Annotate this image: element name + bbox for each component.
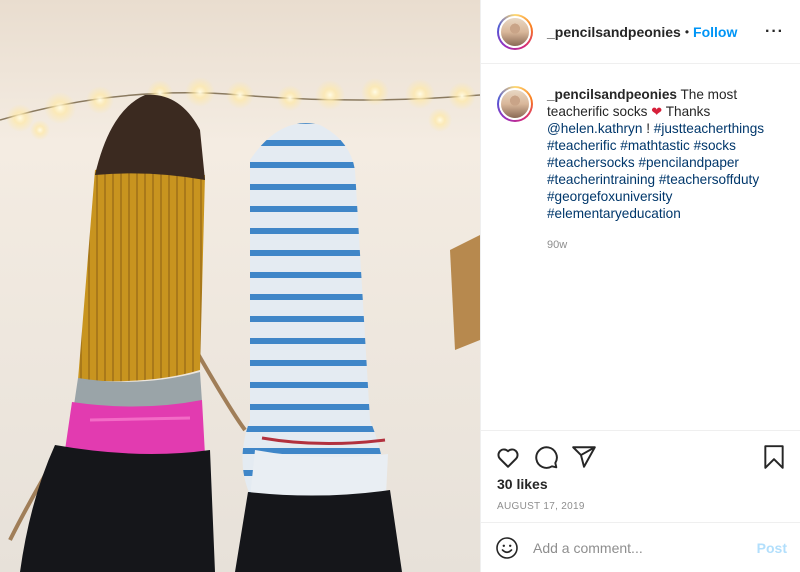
comment-bar: Post [481,522,800,572]
separator-dot: • [684,24,690,39]
hashtag-link[interactable]: #georgefoxuniversity [547,189,672,204]
hashtag-link[interactable]: #justteacherthings [654,121,764,136]
action-bar [481,430,800,482]
follow-button[interactable]: Follow [693,24,737,40]
hashtag-link[interactable]: #elementaryeducation [547,206,681,221]
comment-icon[interactable] [533,444,559,470]
hashtag-link[interactable]: #pencilandpaper [638,155,739,170]
hashtag-link[interactable]: #teacherintraining [547,172,655,187]
socks-photo-illustration [0,0,480,572]
caption-username-link[interactable]: _pencilsandpeonies [547,87,677,102]
hashtag-link[interactable]: #socks [694,138,736,153]
hashtag-link[interactable]: #teacherific [547,138,617,153]
caption-body: _pencilsandpeonies The most teacherific … [547,86,784,254]
caption-thanks: Thanks [662,104,711,119]
likes-count[interactable]: 30 likes [497,476,548,492]
bookmark-icon[interactable] [761,444,787,470]
caption-avatar[interactable] [497,86,533,122]
more-options-icon[interactable]: ··· [765,23,784,41]
emoji-icon[interactable] [495,536,519,560]
comment-input[interactable] [533,539,757,556]
heart-emoji: ❤ [651,104,663,119]
post-side-panel: _pencilsandpeonies • Follow ··· _pencils… [480,0,800,572]
username-link[interactable]: _pencilsandpeonies [547,24,681,40]
caption-separator: ! [642,121,654,136]
heart-icon[interactable] [495,444,521,470]
caption-time-ago[interactable]: 90w [547,237,784,254]
post-photo[interactable] [0,0,480,572]
post-date[interactable]: AUGUST 17, 2019 [497,501,585,512]
share-icon[interactable] [571,444,597,470]
hashtag-link[interactable]: #teachersocks [547,155,635,170]
caption: _pencilsandpeonies The most teacherific … [481,64,800,254]
post-comment-button[interactable]: Post [757,540,787,556]
avatar[interactable] [497,13,533,50]
mention-link[interactable]: @helen.kathryn [547,121,642,136]
hashtag-link[interactable]: #mathtastic [620,138,690,153]
hashtag-link[interactable]: #teachersoffduty [659,172,759,187]
post-header: _pencilsandpeonies • Follow ··· [481,0,800,64]
